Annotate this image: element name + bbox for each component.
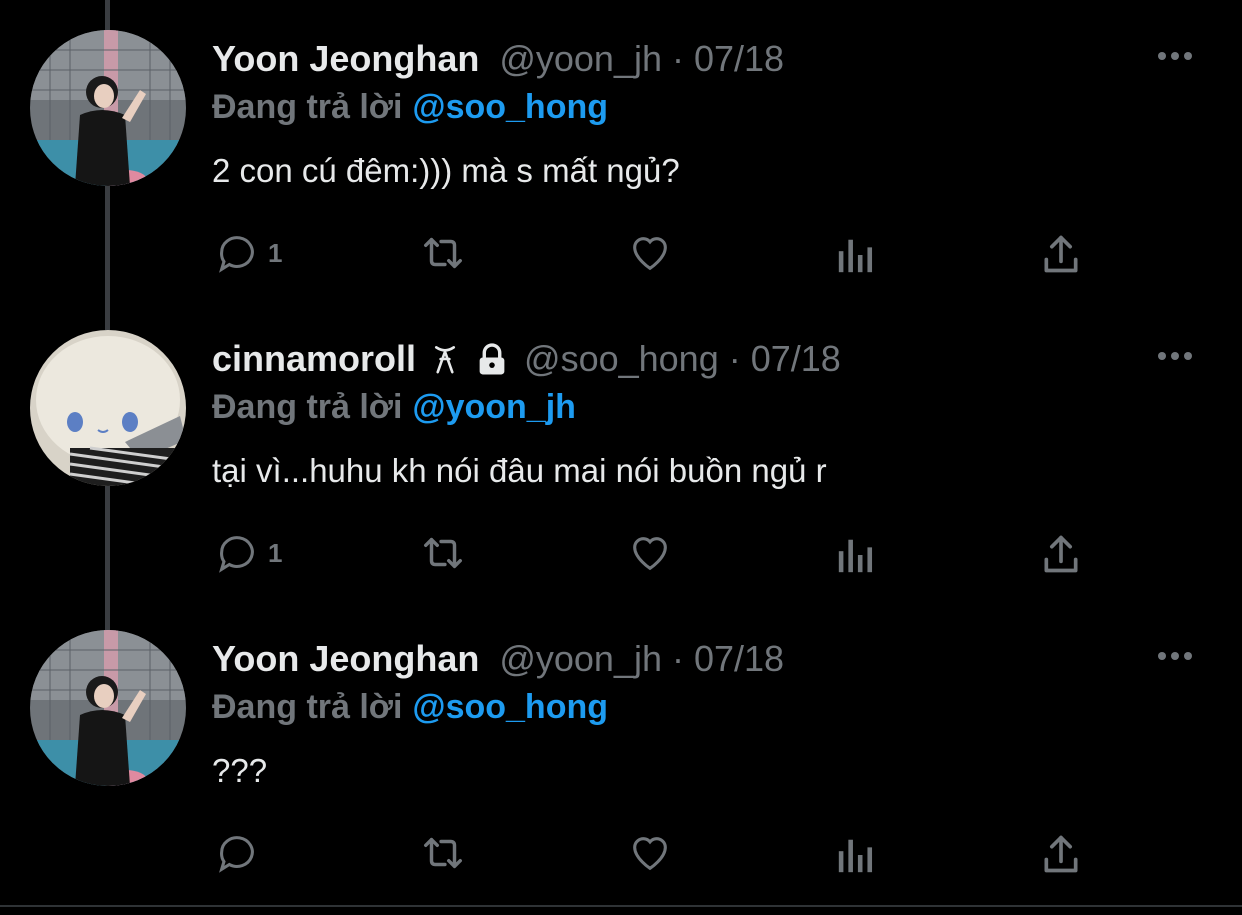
reply-count: 1 — [268, 237, 283, 268]
tweet-header: Yoon Jeonghan @yoon_jh · 07/18 — [212, 38, 784, 80]
analytics-button[interactable] — [834, 834, 878, 876]
reply-button[interactable]: 1 — [214, 530, 282, 576]
analytics-icon — [838, 839, 873, 873]
avatar[interactable] — [30, 330, 186, 486]
thread-view: Yoon Jeonghan @yoon_jh · 07/18 Đang trả … — [0, 0, 1242, 915]
replying-to: Đang trả lời @soo_hong — [212, 88, 608, 127]
display-name[interactable]: Yoon Jeonghan — [212, 638, 479, 680]
reply-handle-link[interactable]: @yoon_jh — [412, 388, 576, 426]
heart-icon — [633, 237, 667, 271]
reply-prefix: Đang trả lời — [212, 88, 403, 126]
more-options-icon[interactable] — [1158, 52, 1192, 60]
share-button[interactable] — [1040, 232, 1082, 276]
retweet-icon — [424, 237, 462, 269]
retweet-icon — [424, 837, 462, 869]
reply-prefix: Đang trả lời — [212, 688, 403, 726]
more-options-icon[interactable] — [1158, 352, 1192, 360]
ribbon-icon — [430, 343, 460, 375]
share-button[interactable] — [1040, 832, 1082, 876]
like-button[interactable] — [626, 530, 674, 576]
avatar[interactable] — [30, 30, 186, 186]
retweet-icon — [424, 537, 462, 569]
more-options-icon[interactable] — [1158, 652, 1192, 660]
share-icon — [1044, 535, 1078, 573]
retweet-button[interactable] — [416, 230, 470, 276]
reply-icon — [219, 836, 254, 873]
handle-and-date[interactable]: @yoon_jh · 07/18 — [499, 38, 784, 80]
avatar[interactable] — [30, 630, 186, 786]
analytics-button[interactable] — [834, 534, 878, 576]
share-icon — [1044, 835, 1078, 873]
display-name[interactable]: Yoon Jeonghan — [212, 38, 479, 80]
like-button[interactable] — [626, 230, 674, 276]
reply-button[interactable] — [214, 830, 268, 876]
reply-button[interactable]: 1 — [214, 230, 282, 276]
replying-to: Đang trả lời @yoon_jh — [212, 388, 576, 427]
tweet-text: tại vì...huhu kh nói đâu mai nói buồn ng… — [212, 452, 827, 489]
reply-icon — [219, 536, 254, 573]
heart-icon — [633, 837, 667, 871]
handle-and-date[interactable]: @yoon_jh · 07/18 — [499, 638, 784, 680]
tweet-header: Yoon Jeonghan @yoon_jh · 07/18 — [212, 638, 784, 680]
display-name[interactable]: cinnamoroll — [212, 338, 416, 380]
tweet-text: ??? — [212, 752, 268, 789]
reply-count: 1 — [268, 537, 283, 568]
retweet-button[interactable] — [416, 530, 470, 576]
lock-icon — [474, 342, 510, 376]
retweet-button[interactable] — [416, 830, 470, 876]
reply-handle-link[interactable]: @soo_hong — [412, 688, 608, 726]
like-button[interactable] — [626, 830, 674, 876]
divider — [0, 905, 1242, 907]
tweet[interactable]: cinnamoroll @soo_hong · 07/18 Đang trả l… — [0, 300, 1242, 600]
share-icon — [1044, 235, 1078, 273]
tweet[interactable]: Yoon Jeonghan @yoon_jh · 07/18 Đang trả … — [0, 600, 1242, 900]
handle-and-date[interactable]: @soo_hong · 07/18 — [524, 338, 841, 380]
analytics-button[interactable] — [834, 234, 878, 276]
tweet-header: cinnamoroll @soo_hong · 07/18 — [212, 338, 841, 380]
replying-to: Đang trả lời @soo_hong — [212, 688, 608, 727]
tweet[interactable]: Yoon Jeonghan @yoon_jh · 07/18 Đang trả … — [0, 0, 1242, 300]
reply-prefix: Đang trả lời — [212, 388, 403, 426]
analytics-icon — [838, 539, 873, 573]
tweet-text: 2 con cú đêm:))) mà s mất ngủ? — [212, 152, 680, 189]
heart-icon — [633, 537, 667, 571]
reply-icon — [219, 236, 254, 273]
reply-handle-link[interactable]: @soo_hong — [412, 88, 608, 126]
share-button[interactable] — [1040, 532, 1082, 576]
analytics-icon — [838, 239, 873, 273]
